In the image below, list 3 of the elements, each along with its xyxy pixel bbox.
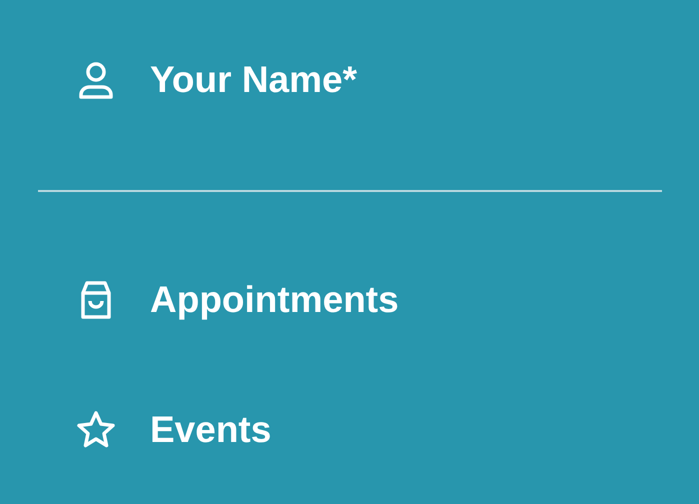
menu-item[interactable]: Appointments xyxy=(150,279,399,321)
profile-name-label[interactable]: Your Name* xyxy=(150,59,357,101)
menu-item[interactable]: Events xyxy=(150,409,272,451)
